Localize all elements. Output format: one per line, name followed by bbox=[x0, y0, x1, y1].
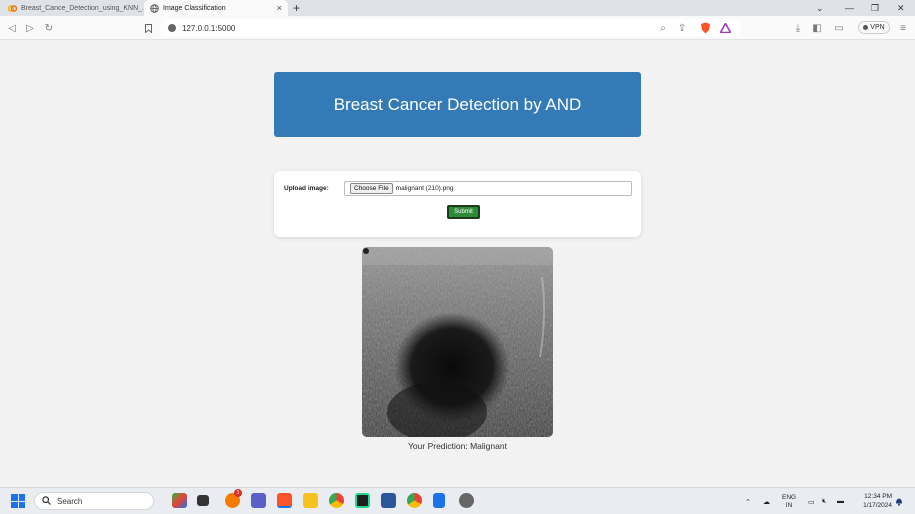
tab-breast-cancer-detection[interactable]: Breast_Cance_Detection_using_KNN_... bbox=[2, 0, 148, 16]
lang-code: ENG bbox=[782, 493, 797, 501]
download-icon[interactable]: ⤓ bbox=[790, 20, 806, 36]
widgets-icon[interactable] bbox=[172, 493, 187, 508]
chrome-icon[interactable] bbox=[329, 493, 344, 508]
choose-file-button[interactable]: Choose File bbox=[350, 183, 393, 194]
firefox-icon[interactable]: 1 bbox=[225, 489, 242, 508]
vpn-status-icon bbox=[863, 25, 869, 30]
tab-search-chevron-icon[interactable]: ⌄ bbox=[816, 0, 824, 16]
page-title: Breast Cancer Detection by AND bbox=[333, 94, 582, 114]
globe-icon bbox=[150, 3, 159, 13]
browser-toolbar: ◁ ▷ ↻ 127.0.0.1:5000 ⌕ ⇪ ⤓ ◧ ▭ VPN ≡ bbox=[0, 16, 915, 40]
back-icon[interactable]: ◁ bbox=[4, 20, 20, 36]
taskbar: Search 1 ⌃ ☁ ENG IN ▭ 🔇︎ ▬ 12:34 PM 1/17… bbox=[0, 487, 915, 514]
new-tab-button[interactable]: + bbox=[293, 0, 300, 16]
search-placeholder: Search bbox=[57, 496, 83, 506]
site-info-icon[interactable] bbox=[168, 24, 176, 32]
onedrive-icon[interactable]: ☁ bbox=[763, 488, 770, 514]
reload-icon[interactable]: ↻ bbox=[41, 20, 57, 36]
file-name: malignant (210).png bbox=[395, 185, 454, 192]
tab-label: Image Classification bbox=[163, 4, 226, 12]
system-clock[interactable]: 12:34 PM 1/17/2024 bbox=[852, 492, 892, 510]
sidebar-icon[interactable]: ◧ bbox=[809, 20, 825, 36]
battery-icon[interactable]: ▬ bbox=[837, 488, 844, 514]
upload-form: Upload image: Choose File malignant (210… bbox=[274, 171, 641, 237]
brave-icon[interactable] bbox=[277, 493, 292, 508]
zoom-icon[interactable]: ⌕ bbox=[655, 20, 671, 36]
brave-shields-icon[interactable] bbox=[697, 20, 713, 36]
tray-chevron-icon[interactable]: ⌃ bbox=[745, 488, 751, 514]
file-input[interactable]: Choose File malignant (210).png bbox=[344, 181, 632, 196]
notification-bell-icon[interactable] bbox=[895, 488, 903, 514]
lang-region: IN bbox=[785, 501, 793, 509]
menu-icon[interactable]: ≡ bbox=[895, 20, 911, 36]
tab-close-icon[interactable]: × bbox=[277, 3, 282, 13]
address-bar[interactable]: 127.0.0.1:5000 bbox=[160, 19, 740, 37]
vpn-label: VPN bbox=[870, 24, 885, 31]
settings-gear-icon[interactable] bbox=[459, 493, 474, 508]
notification-badge: 1 bbox=[234, 489, 242, 497]
volume-muted-icon[interactable]: 🔇︎ bbox=[822, 488, 826, 514]
teams-icon[interactable] bbox=[251, 493, 266, 508]
word-icon[interactable] bbox=[381, 493, 396, 508]
close-window-button[interactable]: ✕ bbox=[897, 0, 905, 16]
tab-image-classification[interactable]: Image Classification × bbox=[144, 0, 288, 16]
language-indicator[interactable]: ENG IN bbox=[782, 488, 796, 514]
tab-label: Breast_Cance_Detection_using_KNN_... bbox=[21, 4, 148, 12]
file-explorer-icon[interactable] bbox=[303, 493, 318, 508]
wallet-icon[interactable]: ▭ bbox=[831, 20, 847, 36]
search-icon bbox=[42, 495, 51, 507]
clock-time: 12:34 PM bbox=[864, 493, 892, 500]
clock-date: 1/17/2024 bbox=[863, 502, 892, 509]
ultrasound-image bbox=[362, 247, 553, 437]
minimize-button[interactable]: — bbox=[845, 0, 854, 16]
taskbar-search[interactable]: Search bbox=[34, 492, 154, 510]
pycharm-icon[interactable] bbox=[355, 493, 370, 508]
share-icon[interactable]: ⇪ bbox=[674, 20, 690, 36]
vpn-button[interactable]: VPN bbox=[858, 21, 890, 34]
colab-icon bbox=[7, 4, 18, 13]
prediction-result: Your Prediction: Malignant bbox=[408, 441, 507, 451]
chrome-profile-icon[interactable] bbox=[407, 493, 422, 508]
browser-tab-strip: Breast_Cance_Detection_using_KNN_... Ima… bbox=[0, 0, 915, 16]
task-view-icon[interactable] bbox=[197, 495, 209, 506]
upload-label: Upload image: bbox=[284, 185, 329, 192]
notepad-icon[interactable] bbox=[433, 493, 445, 508]
page-header: Breast Cancer Detection by AND bbox=[274, 72, 641, 137]
bookmark-icon[interactable] bbox=[140, 20, 156, 36]
restore-button[interactable]: ❐ bbox=[871, 0, 879, 16]
submit-button[interactable]: Submit bbox=[447, 205, 480, 219]
windows-start-icon[interactable] bbox=[11, 494, 25, 508]
forward-icon[interactable]: ▷ bbox=[22, 20, 38, 36]
url-text: 127.0.0.1:5000 bbox=[182, 23, 236, 33]
brave-rewards-icon[interactable] bbox=[717, 20, 733, 36]
network-icon[interactable]: ▭ bbox=[808, 488, 815, 514]
